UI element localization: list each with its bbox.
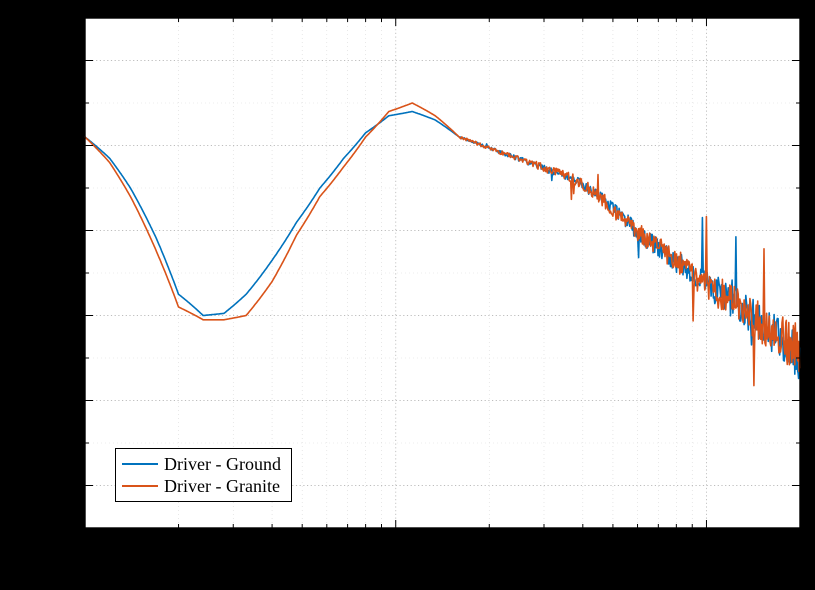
legend-label: Driver - Ground — [164, 453, 281, 475]
legend-item-0: Driver - Ground — [122, 453, 281, 475]
chart-container: Driver - GroundDriver - Granite — [0, 0, 815, 590]
legend-item-1: Driver - Granite — [122, 475, 281, 497]
legend-swatch — [122, 485, 158, 487]
legend: Driver - GroundDriver - Granite — [115, 448, 292, 502]
legend-swatch — [122, 463, 158, 465]
legend-label: Driver - Granite — [164, 475, 280, 497]
